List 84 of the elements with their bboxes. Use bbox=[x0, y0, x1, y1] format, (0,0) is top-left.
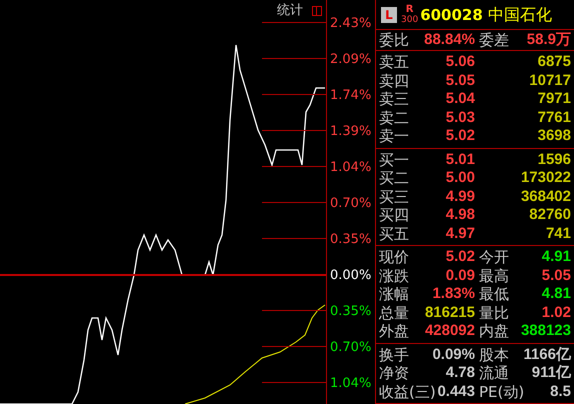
field-value: 10717 bbox=[529, 72, 571, 90]
field-label: 卖三 bbox=[379, 90, 409, 108]
field-value: 7971 bbox=[538, 90, 571, 108]
field-value: 6875 bbox=[538, 53, 571, 72]
field-value: 88.84% bbox=[424, 31, 475, 49]
field-value: 0.09 bbox=[446, 266, 475, 285]
axis-label: 1.04% bbox=[330, 160, 372, 175]
field-value: 3698 bbox=[538, 127, 571, 146]
field-value: 4.97 bbox=[446, 224, 475, 243]
field-value: 0.09% bbox=[432, 346, 475, 364]
axis-label: 0.35% bbox=[330, 232, 372, 247]
field-label: 流通 bbox=[479, 364, 509, 382]
field-label: 买三 bbox=[379, 188, 409, 206]
field-label: 买五 bbox=[379, 224, 409, 243]
field-label: 涨跌 bbox=[379, 266, 409, 285]
field-label: 内盘 bbox=[479, 322, 509, 340]
field-label: 量比 bbox=[479, 304, 509, 322]
field-label: 买四 bbox=[379, 206, 409, 224]
field-value: 82760 bbox=[529, 206, 571, 224]
field-value: 5.03 bbox=[446, 108, 475, 127]
index-mark: 300 bbox=[401, 14, 418, 24]
field-label: 外盘 bbox=[379, 322, 409, 340]
stock-code: 600028 bbox=[420, 6, 483, 24]
axis-label: 0.00% bbox=[330, 268, 372, 283]
field-value: 816215 bbox=[424, 304, 475, 322]
field-label: 换手 bbox=[379, 346, 409, 364]
field-label: 买一 bbox=[379, 150, 409, 169]
field-value: 8.5 bbox=[550, 382, 571, 401]
field-value: 5.05 bbox=[446, 72, 475, 90]
field-value: 4.78 bbox=[446, 364, 475, 382]
stock-name: 中国石化 bbox=[488, 5, 552, 24]
field-label: 股本 bbox=[479, 346, 509, 364]
axis-label: 2.09% bbox=[330, 52, 372, 67]
field-value: 5.05 bbox=[542, 266, 571, 285]
field-label: 现价 bbox=[379, 248, 409, 266]
field-label: 卖一 bbox=[379, 127, 409, 146]
axis-label: 0.70% bbox=[330, 196, 372, 211]
field-value: 428092 bbox=[424, 322, 475, 340]
field-value: 58.9万 bbox=[526, 31, 571, 49]
field-value: 4.98 bbox=[446, 206, 475, 224]
field-value: 388123 bbox=[520, 322, 571, 340]
field-label: 委差 bbox=[479, 31, 509, 49]
field-value: 5.04 bbox=[446, 90, 475, 108]
level-badge: L bbox=[381, 6, 397, 22]
axis-label: 1.04% bbox=[330, 376, 372, 391]
field-value: 4.81 bbox=[542, 285, 571, 304]
field-value: 741 bbox=[546, 224, 571, 243]
field-value: 911亿 bbox=[532, 364, 571, 382]
axis-label: 1.39% bbox=[330, 124, 372, 139]
field-label: 买二 bbox=[379, 169, 409, 188]
field-value: 368402 bbox=[520, 188, 571, 206]
axis-label: 2.43% bbox=[330, 16, 372, 31]
field-value: 5.02 bbox=[446, 127, 475, 146]
field-label: 涨幅 bbox=[379, 285, 409, 304]
field-value: 5.01 bbox=[446, 150, 475, 169]
field-value: 173022 bbox=[520, 169, 571, 188]
field-label: 最高 bbox=[479, 266, 509, 285]
field-label: 最低 bbox=[479, 285, 509, 304]
field-value: 0.443 bbox=[437, 382, 475, 401]
field-label: 今开 bbox=[479, 248, 509, 266]
axis-label: 1.74% bbox=[330, 88, 372, 103]
field-label: 收益(三) bbox=[379, 382, 436, 401]
field-value: 1.83% bbox=[432, 285, 475, 304]
field-value: 5.06 bbox=[446, 53, 475, 72]
index-mark: R bbox=[406, 4, 414, 14]
field-label: 委比 bbox=[379, 31, 409, 49]
field-label: 净资 bbox=[379, 364, 409, 382]
window-icon[interactable] bbox=[312, 6, 322, 16]
field-value: 1596 bbox=[538, 150, 571, 169]
field-label: PE(动) bbox=[479, 382, 524, 401]
field-value: 4.91 bbox=[542, 248, 571, 266]
field-value: 5.00 bbox=[446, 169, 475, 188]
field-value: 7761 bbox=[538, 108, 571, 127]
field-value: 1.02 bbox=[542, 304, 571, 322]
field-value: 4.99 bbox=[446, 188, 475, 206]
field-label: 卖四 bbox=[379, 72, 409, 90]
field-label: 总量 bbox=[379, 304, 409, 322]
field-value: 5.02 bbox=[446, 248, 475, 266]
field-label: 卖二 bbox=[379, 108, 409, 127]
axis-label: 0.35% bbox=[330, 304, 372, 319]
axis-label: 0.70% bbox=[330, 340, 372, 355]
field-label: 卖五 bbox=[379, 53, 409, 72]
field-value: 1166亿 bbox=[523, 346, 571, 364]
statistics-label[interactable]: 统计 bbox=[277, 3, 303, 19]
